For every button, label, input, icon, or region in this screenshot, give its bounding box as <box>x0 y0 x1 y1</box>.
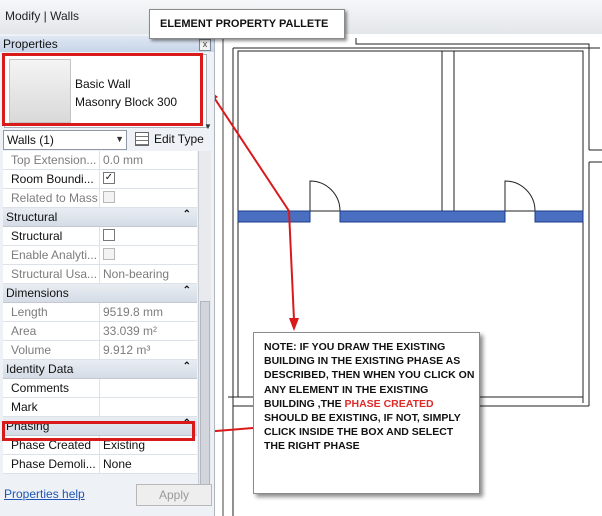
property-row[interactable]: Mark <box>3 398 197 417</box>
property-value: 9519.8 mm <box>103 305 164 319</box>
structural-checkbox[interactable] <box>103 229 115 241</box>
instance-filter-dropdown[interactable]: Walls (1) ▼ <box>3 130 127 150</box>
property-row[interactable]: Phase Demoli... None <box>3 455 197 474</box>
property-label: Top Extension... <box>11 153 97 167</box>
property-label: Area <box>11 324 37 338</box>
edit-type-label: Edit Type <box>154 132 204 146</box>
collapse-icon[interactable]: ⌃ <box>183 361 191 372</box>
property-label: Structural <box>11 229 63 243</box>
property-label: Mark <box>11 400 38 414</box>
highlight-phase-created <box>2 421 195 441</box>
room-bounding-checkbox[interactable]: ✓ <box>103 172 115 184</box>
properties-help-link[interactable]: Properties help <box>4 487 85 501</box>
group-header-dimensions[interactable]: Dimensions ⌃ <box>3 284 197 303</box>
chevron-down-icon: ▼ <box>115 134 124 144</box>
property-label: Phase Demoli... <box>11 457 96 471</box>
property-row[interactable]: Top Extension... 0.0 mm <box>3 151 197 170</box>
phase-demolished-value[interactable]: None <box>103 457 132 471</box>
collapse-icon[interactable]: ⌃ <box>183 285 191 296</box>
selected-wall-segment-1 <box>237 210 311 223</box>
collapse-icon[interactable]: ⌃ <box>183 209 191 220</box>
property-row: Area 33.039 m² <box>3 322 197 341</box>
note-highlight: PHASE CREATED <box>344 397 434 410</box>
note-box: NOTE: IF YOU DRAW THE EXISTING BUILDING … <box>253 332 480 494</box>
group-label: Dimensions <box>6 286 69 300</box>
enable-analytical-checkbox <box>103 248 115 260</box>
property-label: Related to Mass <box>11 191 98 205</box>
scrollbar-thumb[interactable] <box>200 301 210 491</box>
property-row[interactable]: Structural <box>3 227 197 246</box>
property-row: Related to Mass <box>3 189 197 208</box>
property-label: Volume <box>11 343 52 357</box>
property-row[interactable]: Room Boundi... ✓ <box>3 170 197 189</box>
property-row[interactable]: Comments <box>3 379 197 398</box>
apply-button[interactable]: Apply <box>136 484 212 506</box>
property-row: Volume 9.912 m³ <box>3 341 197 360</box>
property-row: Enable Analyti... <box>3 246 197 265</box>
callout-element-property: ELEMENT PROPERTY PALLETE <box>149 9 345 39</box>
property-label: Length <box>11 305 48 319</box>
property-row: Length 9519.8 mm <box>3 303 197 322</box>
selected-wall-segment-3 <box>534 210 584 223</box>
close-icon[interactable]: x <box>199 39 211 51</box>
property-row: Structural Usa... Non-bearing <box>3 265 197 284</box>
property-scrollbar[interactable] <box>198 151 211 497</box>
related-to-mass-checkbox <box>103 191 115 203</box>
instance-filter-value: Walls (1) <box>7 133 54 147</box>
note-text-part2: SHOULD BE EXISTING, IF NOT, SIMPLY CLICK… <box>264 412 461 453</box>
group-label: Structural <box>6 210 58 224</box>
property-value: 0.0 mm <box>103 153 144 167</box>
property-label: Comments <box>11 381 70 395</box>
group-label: Identity Data <box>6 362 74 376</box>
property-label: Enable Analyti... <box>11 248 98 262</box>
property-label: Room Boundi... <box>11 172 94 186</box>
property-value: Non-bearing <box>103 267 170 281</box>
properties-title: Properties <box>3 37 58 51</box>
edit-type-icon <box>135 132 149 146</box>
selected-wall-segment-2 <box>339 210 506 223</box>
property-value: 33.039 m² <box>103 324 158 338</box>
note-text: NOTE: IF YOU DRAW THE EXISTING BUILDING … <box>264 340 476 454</box>
group-header-identity[interactable]: Identity Data ⌃ <box>3 360 197 379</box>
edit-type-button[interactable]: Edit Type <box>132 130 206 148</box>
property-label: Structural Usa... <box>11 267 98 281</box>
highlight-type-box <box>2 53 203 126</box>
group-header-structural[interactable]: Structural ⌃ <box>3 208 197 227</box>
property-value: 9.912 m³ <box>103 343 151 357</box>
